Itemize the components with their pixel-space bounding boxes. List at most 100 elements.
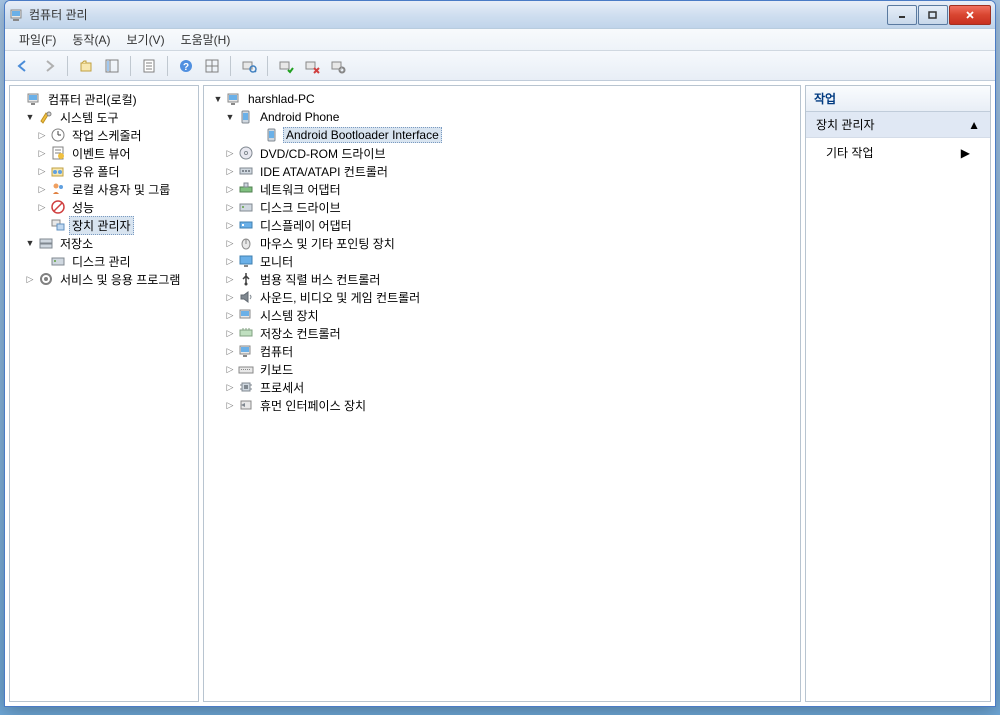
tree-node-system-tools[interactable]: ▼ 시스템 도구	[12, 108, 196, 126]
expander-icon[interactable]: ▷	[36, 201, 48, 213]
left-tree-pane: 컴퓨터 관리(로컬) ▼ 시스템 도구 ▷ 작업 스케줄러	[9, 85, 199, 702]
enable-device-button[interactable]	[274, 54, 298, 78]
tree-label: 디스플레이 어댑터	[257, 216, 355, 235]
expander-icon[interactable]: ▷	[224, 219, 236, 231]
toolbar-separator	[267, 56, 268, 76]
expander-icon[interactable]: ▷	[224, 147, 236, 159]
expander-icon[interactable]: ▷	[24, 273, 36, 285]
tree-label: 컴퓨터 관리(로컬)	[45, 90, 140, 109]
tree-label: 공유 폴더	[69, 162, 123, 181]
tree-label: 서비스 및 응용 프로그램	[57, 270, 183, 289]
expander-icon[interactable]: ▼	[212, 93, 224, 105]
expander-icon[interactable]: ▷	[224, 327, 236, 339]
expander-icon[interactable]: ▷	[36, 147, 48, 159]
expander-icon[interactable]: ▼	[24, 237, 36, 249]
usb-icon	[238, 271, 254, 287]
device-node-ide[interactable]: ▷ IDE ATA/ATAPI 컨트롤러	[206, 162, 798, 180]
device-node-system[interactable]: ▷ 시스템 장치	[206, 306, 798, 324]
device-node-dvd[interactable]: ▷ DVD/CD-ROM 드라이브	[206, 144, 798, 162]
tree-node-event-viewer[interactable]: ▷ 이벤트 뷰어	[12, 144, 196, 162]
tree-node-shared-folders[interactable]: ▷ 공유 폴더	[12, 162, 196, 180]
tree-label: 디스크 드라이브	[257, 198, 344, 217]
expander-icon[interactable]: ▷	[36, 129, 48, 141]
tree-node-local-users[interactable]: ▷ 로컬 사용자 및 그룹	[12, 180, 196, 198]
computer-icon	[238, 343, 254, 359]
expander-icon[interactable]: ▷	[224, 309, 236, 321]
view-mode-button[interactable]	[200, 54, 224, 78]
device-node-sound[interactable]: ▷ 사운드, 비디오 및 게임 컨트롤러	[206, 288, 798, 306]
expander-icon[interactable]: ▷	[224, 183, 236, 195]
scan-hardware-button[interactable]	[237, 54, 261, 78]
monitor-icon	[238, 253, 254, 269]
tree-node-device-manager[interactable]: 장치 관리자	[12, 216, 196, 234]
device-tree-pane: ▼ harshlad-PC ▼ Android Phone	[203, 85, 801, 702]
maximize-button[interactable]	[918, 5, 948, 25]
device-node-disk-drives[interactable]: ▷ 디스크 드라이브	[206, 198, 798, 216]
keyboard-icon	[238, 361, 254, 377]
tree-label: IDE ATA/ATAPI 컨트롤러	[257, 162, 391, 181]
close-button[interactable]	[949, 5, 991, 25]
device-node-hid[interactable]: ▷ 휴먼 인터페이스 장치	[206, 396, 798, 414]
computer-management-icon	[26, 91, 42, 107]
expander-icon[interactable]: ▷	[224, 201, 236, 213]
forward-button[interactable]	[37, 54, 61, 78]
device-node-mice[interactable]: ▷ 마우스 및 기타 포인팅 장치	[206, 234, 798, 252]
expander-icon[interactable]: ▷	[224, 255, 236, 267]
disk-icon	[50, 253, 66, 269]
device-node-root[interactable]: ▼ harshlad-PC	[206, 90, 798, 108]
expander-icon[interactable]: ▼	[24, 111, 36, 123]
expander-icon[interactable]: ▷	[224, 237, 236, 249]
tree-node-services-apps[interactable]: ▷ 서비스 및 응용 프로그램	[12, 270, 196, 288]
event-viewer-icon	[50, 145, 66, 161]
expander-icon[interactable]: ▷	[224, 381, 236, 393]
minimize-button[interactable]	[887, 5, 917, 25]
expander-icon[interactable]: ▷	[224, 291, 236, 303]
tree-label: 컴퓨터	[257, 342, 296, 361]
menu-file[interactable]: 파일(F)	[11, 29, 64, 50]
device-node-monitors[interactable]: ▷ 모니터	[206, 252, 798, 270]
expander-icon[interactable]: ▼	[224, 111, 236, 123]
help-button[interactable]: ?	[174, 54, 198, 78]
tree-node-computer-management[interactable]: 컴퓨터 관리(로컬)	[12, 90, 196, 108]
expander-icon[interactable]: ▷	[224, 273, 236, 285]
device-node-processors[interactable]: ▷ 프로세서	[206, 378, 798, 396]
device-node-storage-controllers[interactable]: ▷ 저장소 컨트롤러	[206, 324, 798, 342]
storage-icon	[38, 235, 54, 251]
show-hide-tree-button[interactable]	[100, 54, 124, 78]
actions-pane: 작업 장치 관리자 ▲ 기타 작업 ▶	[805, 85, 991, 702]
device-node-display[interactable]: ▷ 디스플레이 어댑터	[206, 216, 798, 234]
menu-action[interactable]: 동작(A)	[64, 29, 118, 50]
back-button[interactable]	[11, 54, 35, 78]
device-node-android-phone[interactable]: ▼ Android Phone	[206, 108, 798, 126]
tree-node-disk-management[interactable]: 디스크 관리	[12, 252, 196, 270]
actions-section-label: 장치 관리자	[816, 116, 875, 133]
phone-icon	[238, 109, 254, 125]
expander-icon[interactable]: ▷	[36, 165, 48, 177]
menu-view[interactable]: 보기(V)	[118, 29, 172, 50]
action-more[interactable]: 기타 작업 ▶	[806, 138, 990, 167]
properties-button[interactable]	[137, 54, 161, 78]
actions-section-header[interactable]: 장치 관리자 ▲	[806, 112, 990, 138]
tree-label: DVD/CD-ROM 드라이브	[257, 144, 389, 163]
expander-icon[interactable]: ▷	[224, 345, 236, 357]
expander-icon[interactable]: ▷	[224, 399, 236, 411]
action-label: 기타 작업	[826, 144, 874, 161]
expander-icon[interactable]: ▷	[36, 183, 48, 195]
device-node-keyboards[interactable]: ▷ 키보드	[206, 360, 798, 378]
up-button[interactable]	[74, 54, 98, 78]
tree-label: 범용 직렬 버스 컨트롤러	[257, 270, 383, 289]
device-node-network[interactable]: ▷ 네트워크 어댑터	[206, 180, 798, 198]
svg-text:?: ?	[183, 62, 189, 73]
menu-help[interactable]: 도움말(H)	[173, 29, 239, 50]
phone-icon	[264, 127, 280, 143]
device-node-usb[interactable]: ▷ 범용 직렬 버스 컨트롤러	[206, 270, 798, 288]
tree-node-storage[interactable]: ▼ 저장소	[12, 234, 196, 252]
device-node-computers[interactable]: ▷ 컴퓨터	[206, 342, 798, 360]
expander-icon[interactable]: ▷	[224, 165, 236, 177]
expander-icon[interactable]: ▷	[224, 363, 236, 375]
disable-device-button[interactable]	[300, 54, 324, 78]
uninstall-device-button[interactable]	[326, 54, 350, 78]
tree-node-task-scheduler[interactable]: ▷ 작업 스케줄러	[12, 126, 196, 144]
tree-node-performance[interactable]: ▷ 성능	[12, 198, 196, 216]
device-node-android-bootloader[interactable]: Android Bootloader Interface	[206, 126, 798, 144]
